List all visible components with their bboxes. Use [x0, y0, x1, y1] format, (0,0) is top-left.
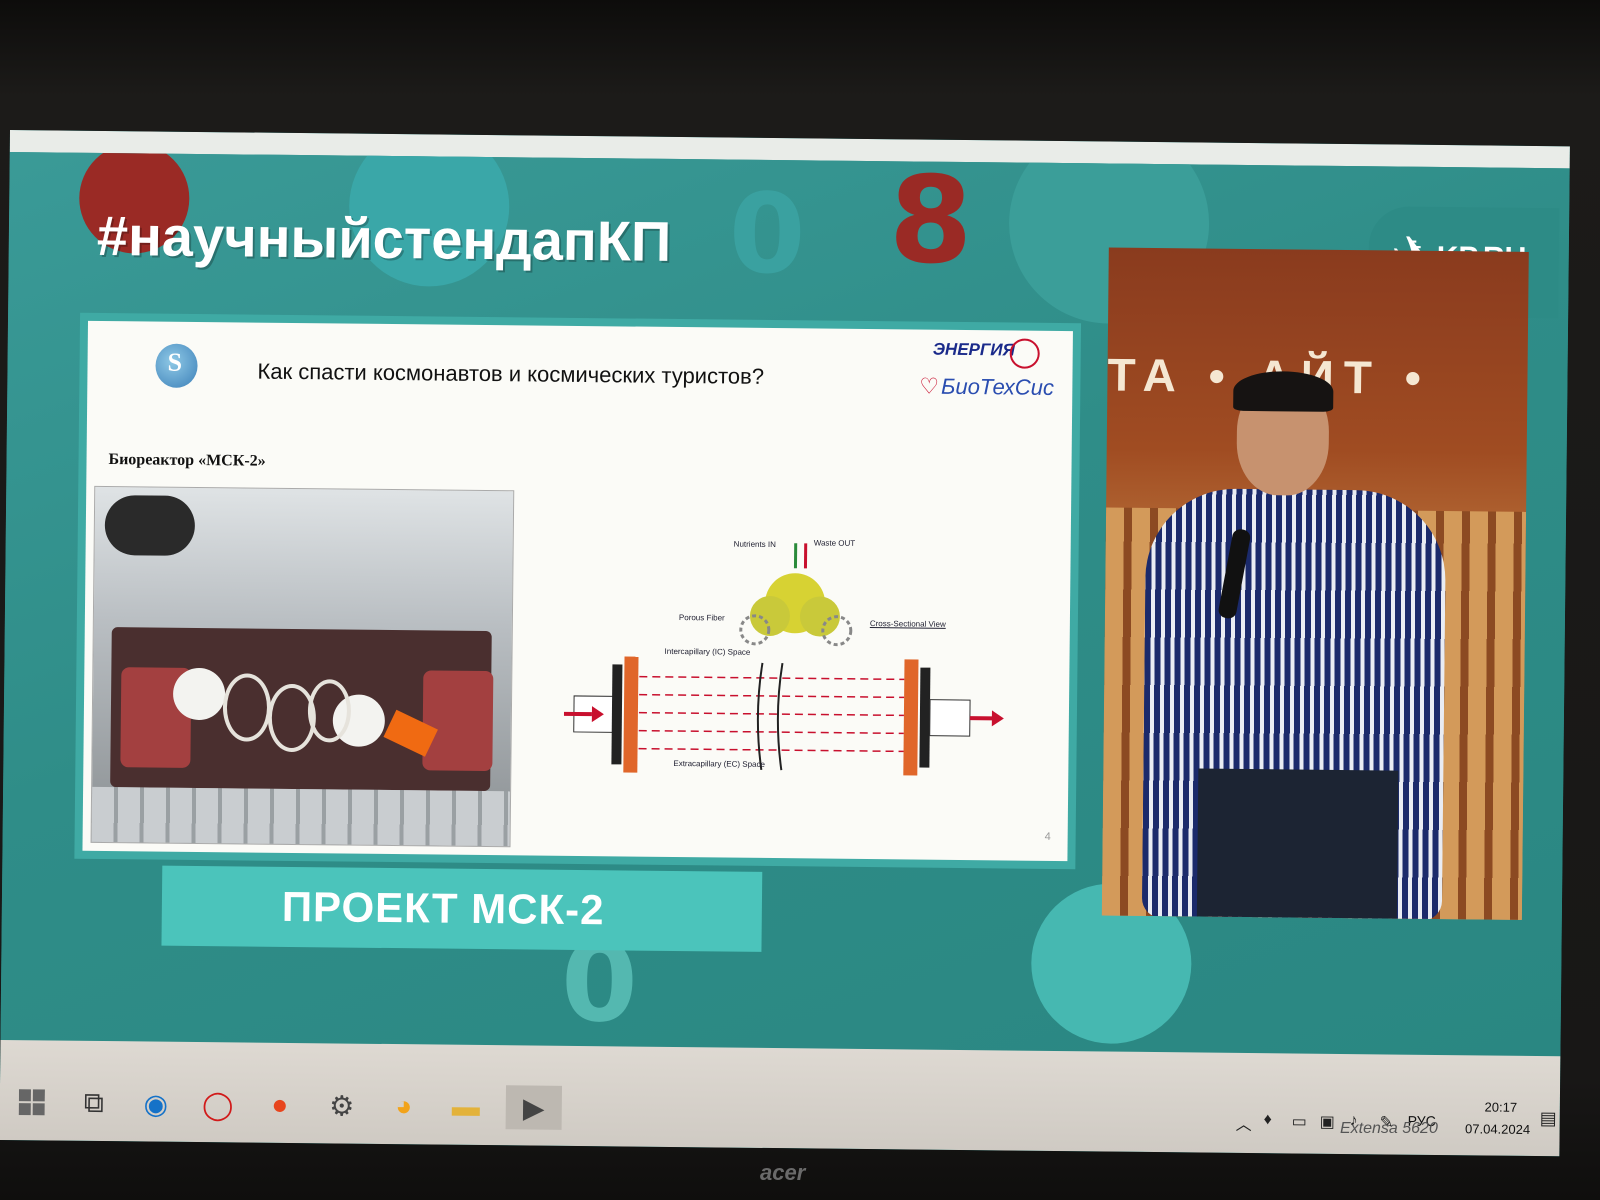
windows-icon — [18, 1089, 45, 1116]
photo-chamber — [172, 667, 226, 721]
heart-icon: ♡ — [919, 373, 940, 399]
yandex-browser-icon: ◕ — [395, 1090, 413, 1122]
label-waste: Waste OUT — [813, 538, 856, 548]
laptop-brand-logo: acer — [760, 1160, 806, 1185]
slide-title: Как спасти космонавтов и космических тур… — [257, 358, 765, 389]
yandex-browser-button[interactable]: ◕ — [382, 1084, 426, 1128]
diagram-svg — [563, 543, 1004, 776]
photo-grill — [91, 786, 511, 847]
speaker-pants — [1196, 768, 1399, 920]
deco-number: 0 — [728, 169, 807, 299]
show-hashtag: #научныйстендапКП — [96, 203, 672, 273]
photo-vent — [104, 495, 196, 556]
task-view-icon: ⧉ — [83, 1086, 104, 1118]
break-mark — [776, 662, 784, 771]
cartridge — [563, 656, 1004, 776]
yandex-button[interactable]: ● — [258, 1083, 302, 1127]
edge-icon: ◉ — [143, 1087, 169, 1120]
label-porous: Porous Fiber — [678, 613, 725, 623]
gear-icon: ⚙ — [329, 1089, 355, 1122]
speaker-video: ТА • АЙТ • — [1101, 247, 1529, 920]
battery-icon[interactable]: ▭ — [1292, 1111, 1307, 1131]
label-nutrients: Nutrients IN — [733, 539, 776, 550]
logo-letter: S — [167, 347, 183, 377]
biotechsys-logo: ♡БиоТехСис — [919, 374, 1054, 401]
opera-button[interactable]: ◯ — [196, 1082, 240, 1126]
project-title: ПРОЕКТ МСК-2 — [281, 882, 605, 934]
inlet-potting — [623, 656, 639, 773]
bioreactor-photo — [90, 485, 515, 848]
outlet-cap — [919, 667, 931, 768]
fiber-bundle — [739, 543, 853, 647]
media-player-button[interactable]: ▶ — [505, 1085, 563, 1130]
screen: 8 0 0 #научныйстендапКП ✈ KP.RU S Как сп… — [0, 130, 1570, 1157]
slide-subtitle: Биореактор «МСК-2» — [108, 451, 266, 470]
clock-date[interactable]: 07.04.2024 — [1458, 1121, 1538, 1137]
task-view-button[interactable]: ⧉ — [72, 1081, 116, 1125]
outlet-potting — [903, 659, 919, 776]
slide-number: 4 — [1044, 830, 1051, 843]
opera-icon: ◯ — [201, 1088, 234, 1120]
outlet-port — [929, 699, 971, 737]
edge-button[interactable]: ◉ — [134, 1081, 178, 1125]
laptop-model-label: Extensa 5620 — [1340, 1120, 1438, 1137]
broadcast-frame: 8 0 0 #научныйстендапКП ✈ KP.RU S Как сп… — [0, 151, 1570, 1057]
play-icon: ▶ — [522, 1091, 545, 1124]
hollow-fiber-diagram: Nutrients IN Waste OUT Porous Fiber Cros… — [563, 536, 1005, 781]
chevron-up-icon[interactable]: ︿ — [1236, 1111, 1252, 1135]
fiber-line — [638, 711, 904, 717]
folder-icon: ▬ — [451, 1090, 480, 1122]
label-intercapillary: Intercapillary (IC) Space — [664, 646, 751, 657]
biotechsys-label: БиоТехСис — [940, 373, 1055, 400]
photo-block — [422, 670, 494, 772]
project-banner: ПРОЕКТ МСК-2 — [161, 865, 763, 952]
presentation-slide: S Как спасти космонавтов и космических т… — [82, 320, 1073, 862]
clock-time[interactable]: 20:17 — [1466, 1099, 1536, 1115]
energia-logo: ЭНЕРГИЯ — [932, 339, 1016, 360]
microphone-icon[interactable]: ♦ — [1264, 1111, 1272, 1129]
yandex-icon: ● — [271, 1088, 289, 1120]
fiber-line — [638, 747, 904, 753]
university-logo: S — [127, 343, 228, 414]
windows-taskbar: ⧉ ◉ ◯ ● ⚙ ◕ ▬ ▶ ︿ ♦ ▭ ▣ ♪ ✎ РУС 20:17 07… — [0, 1039, 1561, 1157]
outflow-arrow-head — [991, 710, 1004, 727]
energia-orbit-icon — [1009, 338, 1040, 369]
label-cross-section: Cross-Sectional View — [869, 619, 946, 629]
speaker-hair — [1233, 370, 1334, 412]
fiber-line — [639, 675, 905, 681]
deco-number: 8 — [888, 151, 974, 292]
start-button[interactable] — [10, 1080, 54, 1124]
notification-icon[interactable]: ▤ — [1540, 1108, 1557, 1129]
file-explorer-button[interactable]: ▬ — [444, 1085, 488, 1129]
fiber-line — [639, 693, 905, 699]
inlet-cap — [611, 664, 623, 765]
settings-button[interactable]: ⚙ — [320, 1083, 364, 1127]
fiber-line — [638, 729, 904, 735]
label-extracapillary: Extracapillary (EC) Space — [673, 758, 766, 769]
network-icon[interactable]: ▣ — [1320, 1112, 1335, 1132]
break-mark — [756, 662, 764, 771]
